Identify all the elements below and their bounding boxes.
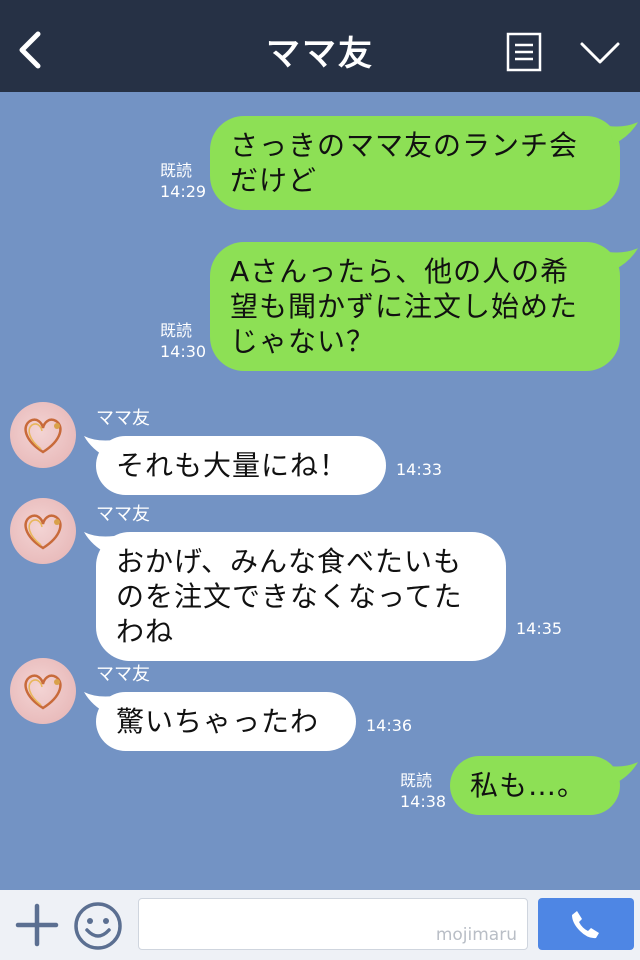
message-time: 14:36 — [366, 716, 413, 735]
message-meta: 既読 14:38 — [400, 770, 446, 812]
message-line: おかげ、みんな食べたいも — [116, 545, 463, 578]
heart-ring-icon — [24, 674, 62, 710]
call-button[interactable] — [538, 898, 634, 950]
message-meta: 既読 14:30 — [160, 320, 206, 362]
outgoing-message-bubble[interactable]: Aさんったら、他の人の希 望も聞かずに注文し始めた じゃない？ — [210, 242, 620, 371]
phone-icon — [572, 911, 599, 939]
contact-avatar[interactable] — [10, 498, 76, 564]
message-line: じゃない？ — [230, 325, 376, 358]
message-time: 14:30 — [160, 342, 207, 361]
message-line: Aさんったら、他の人の希 — [230, 255, 570, 288]
sender-name: ママ友 — [96, 504, 150, 525]
sender-name: ママ友 — [96, 664, 150, 685]
message-time: 14:33 — [396, 460, 443, 479]
message-meta: 既読 14:29 — [160, 160, 206, 202]
note-list-icon — [506, 32, 542, 72]
message-line: 望も聞かずに注文し始めた — [230, 290, 579, 323]
contact-avatar[interactable] — [10, 402, 76, 468]
message-line: それも大量にね！ — [116, 449, 349, 482]
bubble-tail — [608, 762, 638, 784]
incoming-message-bubble[interactable]: それも大量にね！ — [96, 436, 386, 495]
message-input[interactable]: mojimaru — [138, 898, 528, 950]
message-time: 14:29 — [160, 182, 207, 201]
message-line: 私も…。 — [470, 769, 587, 802]
back-button[interactable] — [10, 26, 50, 74]
note-button[interactable] — [506, 32, 542, 72]
chat-header: ママ友 — [0, 0, 640, 92]
message-time: 14:38 — [400, 792, 447, 811]
heart-ring-icon — [24, 418, 62, 454]
chevron-left-icon — [19, 31, 41, 69]
incoming-message-bubble[interactable]: 驚いちゃったわ — [96, 692, 356, 751]
message-line: のを注文できなくなってた — [116, 580, 463, 613]
smiley-icon — [74, 902, 122, 950]
message-line: わね — [116, 615, 175, 648]
heart-ring-icon — [24, 514, 62, 550]
bubble-tail — [608, 122, 638, 144]
message-line: だけど — [230, 164, 318, 197]
read-label: 既読 — [160, 161, 193, 180]
incoming-message-bubble[interactable]: おかげ、みんな食べたいも のを注文できなくなってた わね — [96, 532, 506, 661]
chat-title: ママ友 — [266, 34, 374, 74]
read-label: 既読 — [400, 771, 433, 790]
message-line: 驚いちゃったわ — [116, 705, 320, 738]
plus-button[interactable] — [14, 902, 60, 948]
watermark: mojimaru — [435, 925, 517, 945]
chat-area[interactable]: 既読 14:29 さっきのママ友のランチ会 だけど 既読 14:30 Aさんった… — [0, 92, 640, 890]
read-label: 既読 — [160, 321, 193, 340]
message-time: 14:35 — [516, 619, 563, 638]
contact-avatar[interactable] — [10, 658, 76, 724]
collapse-button[interactable] — [578, 38, 622, 68]
plus-icon — [15, 903, 59, 947]
outgoing-message-bubble[interactable]: さっきのママ友のランチ会 だけど — [210, 116, 620, 210]
message-line: さっきのママ友のランチ会 — [230, 129, 579, 162]
bubble-tail — [608, 248, 638, 270]
sender-name: ママ友 — [96, 408, 150, 429]
chevron-down-icon — [580, 42, 620, 64]
emoji-button[interactable] — [72, 900, 124, 952]
outgoing-message-bubble[interactable]: 私も…。 — [450, 756, 620, 815]
